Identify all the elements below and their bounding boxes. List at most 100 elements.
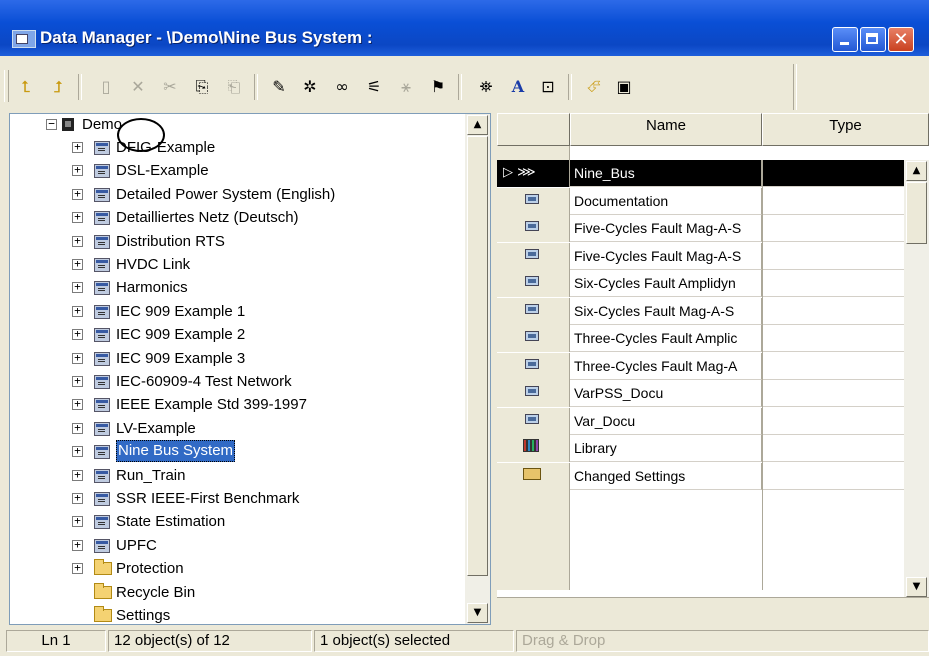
column-header-name[interactable]: Name — [570, 113, 762, 146]
scroll-up-button[interactable]: ▲ — [906, 161, 927, 181]
tree-vertical-scrollbar[interactable]: ▲ ▼ — [465, 114, 490, 624]
expand-toggle[interactable]: + — [72, 398, 83, 411]
row-type[interactable] — [762, 380, 904, 407]
scroll-down-button[interactable]: ▼ — [906, 577, 927, 597]
row-type[interactable] — [762, 188, 904, 215]
list-row[interactable]: Library — [497, 435, 929, 462]
scroll-down-button[interactable]: ▼ — [467, 603, 488, 623]
expand-toggle[interactable]: + — [72, 445, 83, 458]
list-row[interactable]: Three-Cycles Fault Amplic — [497, 325, 929, 352]
row-name[interactable]: Five-Cycles Fault Mag-A-S — [570, 215, 762, 242]
expand-toggle[interactable]: + — [72, 258, 83, 270]
list-row[interactable]: Changed Settings — [497, 462, 929, 490]
row-name[interactable]: Changed Settings — [570, 462, 762, 490]
row-type[interactable] — [762, 353, 904, 380]
delete-icon[interactable]: ✕ — [126, 76, 150, 98]
row-icon-cell[interactable] — [497, 215, 570, 242]
row-name[interactable]: Var_Docu — [570, 407, 762, 435]
row-type[interactable] — [762, 298, 904, 325]
row-name[interactable]: Six-Cycles Fault Mag-A-S — [570, 297, 762, 325]
row-name[interactable]: Five-Cycles Fault Mag-A-S — [570, 242, 762, 270]
row-name[interactable]: Six-Cycles Fault Amplidyn — [570, 270, 762, 297]
row-name[interactable]: Three-Cycles Fault Mag-A — [570, 352, 762, 380]
expand-toggle[interactable]: + — [72, 539, 83, 551]
row-icon-cell[interactable] — [497, 270, 570, 297]
row-icon-cell[interactable] — [497, 435, 570, 462]
row-type[interactable] — [762, 435, 904, 462]
expand-toggle[interactable]: + — [72, 164, 83, 177]
edit-icon[interactable]: ✎ — [267, 76, 291, 98]
row-type[interactable] — [762, 325, 904, 352]
new-object-icon[interactable]: ▯ — [94, 76, 118, 98]
title-bar[interactable]: Data Manager - \Demo\Nine Bus System : ✕ — [0, 0, 929, 56]
expand-toggle[interactable]: + — [72, 492, 83, 504]
expand-toggle[interactable]: + — [72, 515, 83, 528]
object-list[interactable]: Name Type ▷ ⋙ Nine_Bus Documentation Five-C… — [497, 113, 929, 625]
row-icon-cell[interactable] — [497, 187, 570, 215]
row-icon-cell[interactable] — [497, 352, 570, 380]
scroll-thumb[interactable] — [906, 182, 927, 244]
row-name[interactable]: Nine_Bus — [570, 160, 762, 187]
copy-icon[interactable]: ⎘ — [190, 76, 214, 98]
row-name[interactable]: Documentation — [570, 187, 762, 215]
row-name[interactable]: Library — [570, 435, 762, 462]
expand-toggle[interactable]: + — [72, 562, 83, 575]
column-header-icon[interactable] — [497, 113, 570, 146]
list-row[interactable]: Five-Cycles Fault Mag-A-S — [497, 215, 929, 242]
expand-toggle[interactable]: + — [72, 352, 83, 364]
expand-toggle[interactable]: + — [72, 188, 83, 200]
expand-toggle[interactable]: + — [72, 211, 83, 224]
find-icon[interactable]: ⛯ — [474, 76, 498, 98]
list-row[interactable]: Three-Cycles Fault Mag-A — [497, 352, 929, 380]
expand-toggle[interactable]: + — [72, 469, 83, 481]
row-type[interactable] — [762, 270, 904, 297]
paste-icon[interactable]: ⎗ — [222, 76, 246, 98]
glasses-icon[interactable]: ∞ — [330, 76, 354, 98]
network-icon[interactable]: ⚹ — [394, 76, 418, 98]
expand-toggle[interactable]: + — [72, 328, 83, 341]
row-icon-cell[interactable] — [497, 380, 570, 407]
toolbar-grip[interactable] — [4, 70, 9, 102]
row-type[interactable] — [762, 408, 904, 435]
edit-doc-icon[interactable]: ⊡ — [536, 76, 560, 98]
row-type[interactable] — [762, 160, 904, 187]
scroll-thumb[interactable] — [467, 136, 488, 576]
column-header-type[interactable]: Type — [762, 113, 929, 146]
list-row[interactable]: VarPSS_Docu — [497, 380, 929, 407]
settings-icon[interactable]: ✲ — [298, 76, 322, 98]
cut-icon[interactable]: ✂ — [158, 76, 182, 98]
row-icon-cell[interactable] — [497, 242, 570, 270]
mark-icon[interactable]: ⚑ — [426, 76, 450, 98]
scroll-up-button[interactable]: ▲ — [467, 115, 488, 135]
expand-toggle[interactable]: + — [72, 305, 83, 317]
minimize-button[interactable] — [832, 27, 858, 52]
folder-up-icon[interactable]: ⮤ — [14, 76, 38, 98]
project-tree[interactable]: − Demo + DFIG-Example + DSL-Example + Detaile… — [9, 113, 491, 625]
list-vertical-scrollbar[interactable]: ▲ ▼ — [904, 160, 929, 600]
font-icon[interactable]: A — [506, 76, 530, 98]
row-name[interactable]: VarPSS_Docu — [570, 380, 762, 407]
row-icon-cell[interactable] — [497, 297, 570, 325]
folder-open-icon[interactable]: ⮥ — [46, 76, 70, 98]
row-icon-cell[interactable] — [497, 407, 570, 435]
expand-toggle[interactable]: + — [72, 281, 83, 294]
save-icon[interactable]: ▣ — [612, 76, 636, 98]
row-icon-cell[interactable] — [497, 325, 570, 352]
row-type[interactable] — [762, 243, 904, 270]
list-row[interactable]: Six-Cycles Fault Mag-A-S — [497, 297, 929, 325]
expand-toggle[interactable]: + — [72, 141, 83, 153]
list-row[interactable]: ▷ ⋙ Nine_Bus — [497, 160, 929, 187]
list-row[interactable]: Five-Cycles Fault Mag-A-S — [497, 242, 929, 270]
collapse-toggle[interactable]: − — [46, 118, 57, 130]
list-row[interactable]: Six-Cycles Fault Amplidyn — [497, 270, 929, 297]
maximize-button[interactable] — [860, 27, 886, 52]
close-button[interactable]: ✕ — [888, 27, 914, 52]
filter-icon[interactable]: ⚟ — [362, 76, 386, 98]
row-type[interactable] — [762, 215, 904, 242]
list-row[interactable]: Var_Docu — [497, 407, 929, 435]
row-icon-cell[interactable] — [497, 462, 570, 490]
open-icon[interactable]: ⮶ — [582, 76, 606, 98]
row-icon-cell[interactable]: ▷ ⋙ — [497, 160, 570, 187]
row-name[interactable]: Three-Cycles Fault Amplic — [570, 325, 762, 352]
expand-toggle[interactable]: + — [72, 235, 83, 247]
